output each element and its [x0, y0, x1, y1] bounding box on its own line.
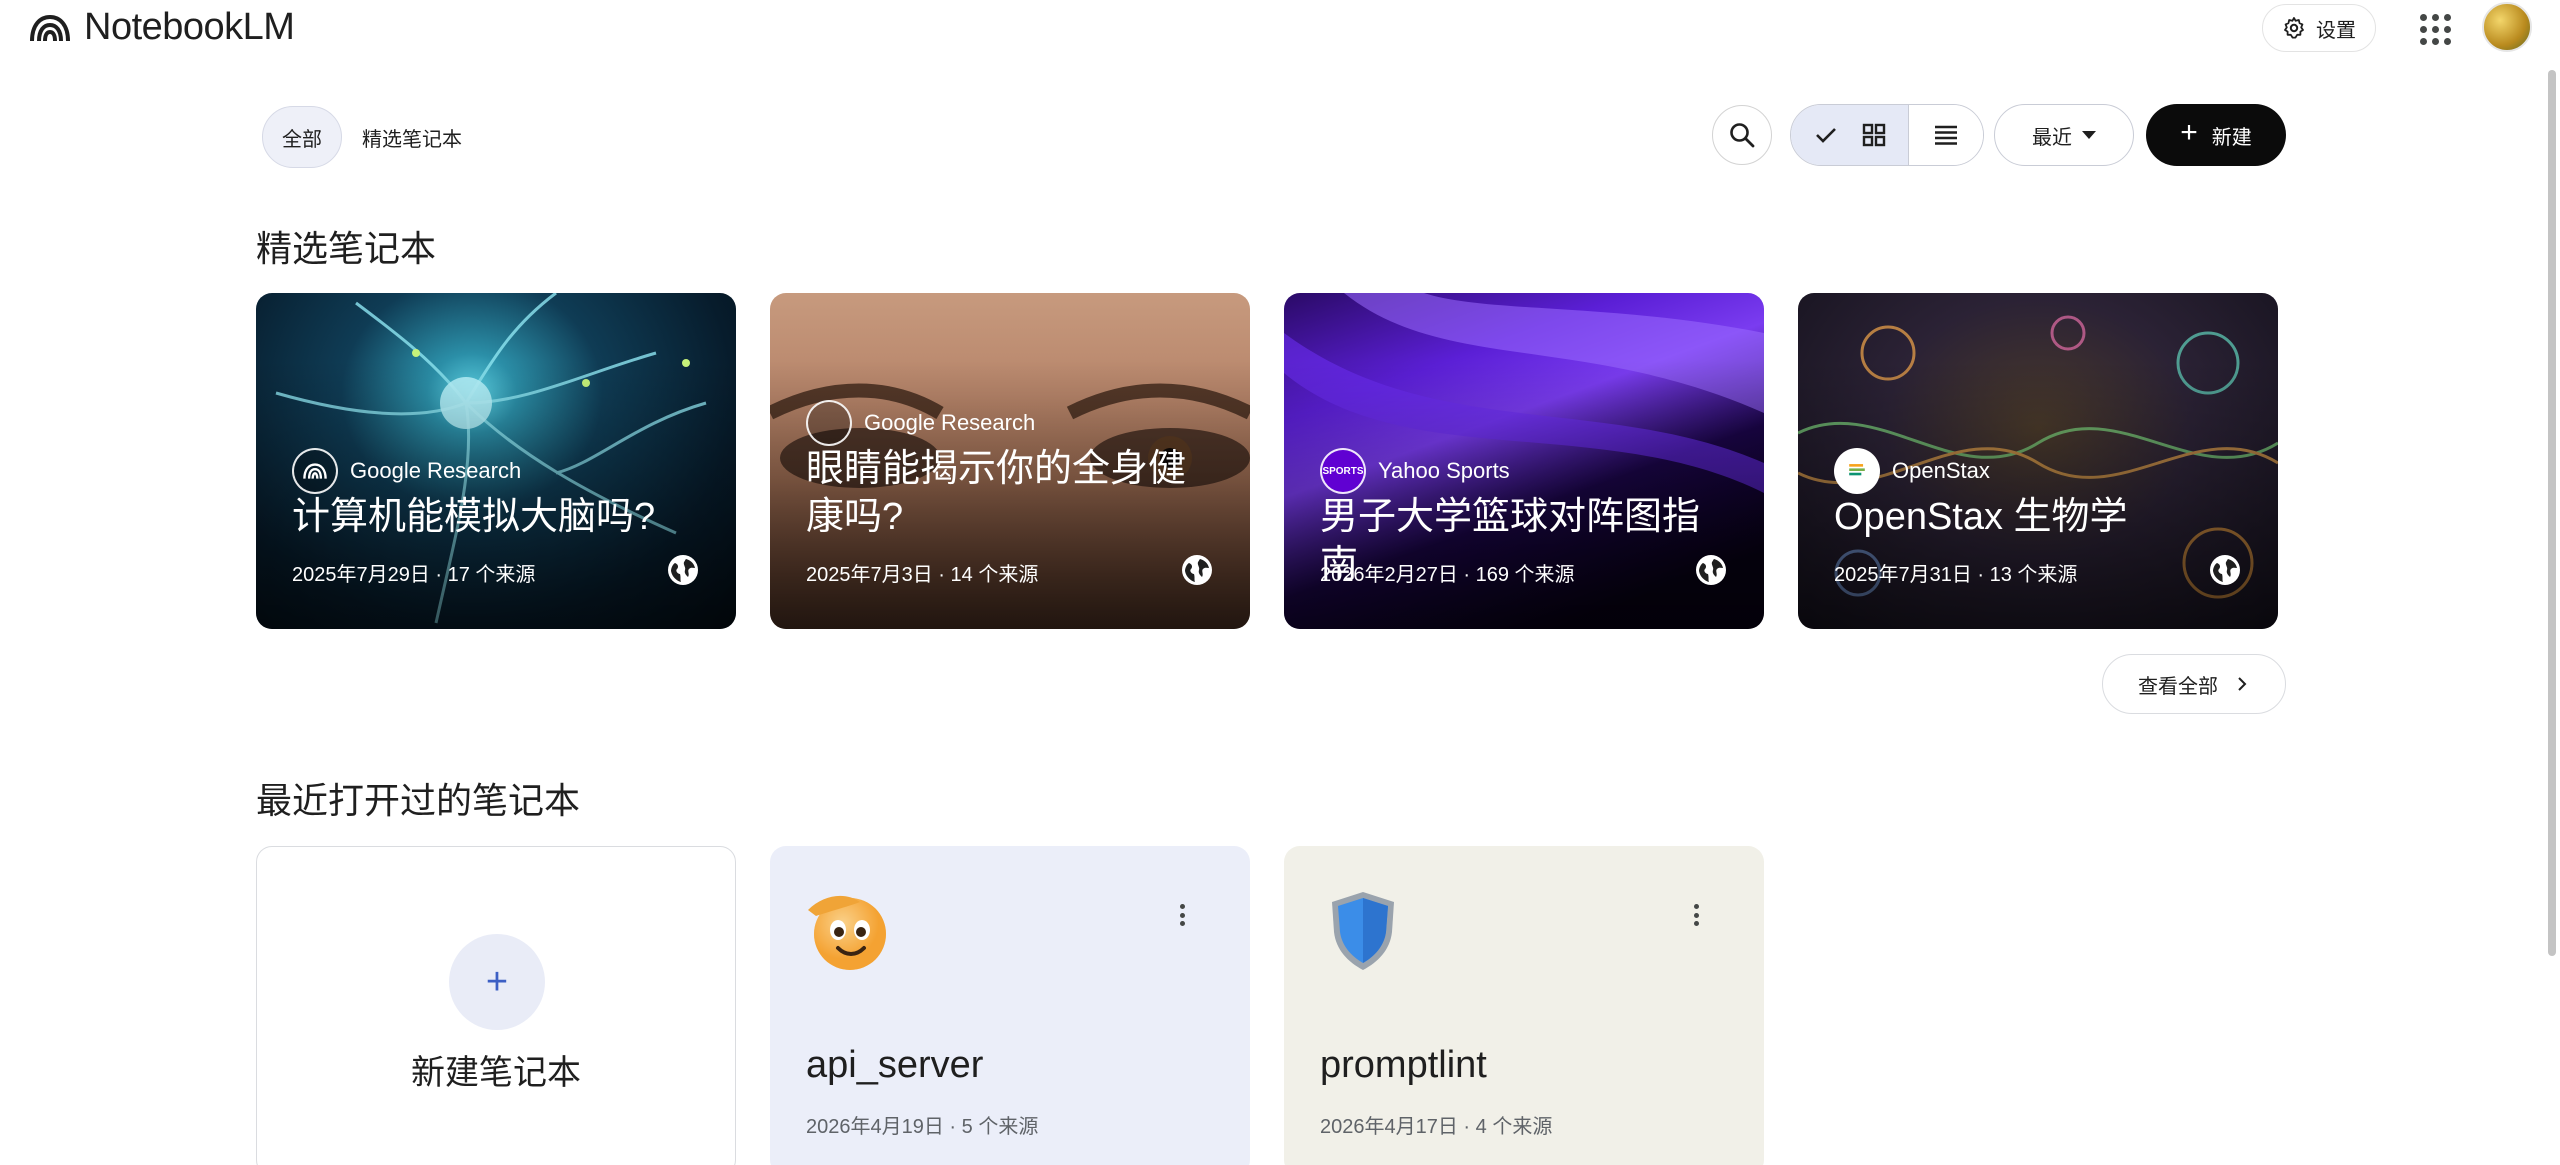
grid-icon: [1862, 123, 1885, 147]
openstax-icon: [1834, 448, 1880, 494]
card-meta: 2026年2月27日 · 169 个来源: [1320, 564, 1575, 586]
plus-icon: +: [2180, 116, 2198, 149]
sort-dropdown[interactable]: 最近: [1994, 104, 2134, 166]
notebook-title: promptlint: [1320, 1044, 1487, 1086]
settings-label: 设置: [2316, 19, 2356, 42]
saluting-face-emoji-icon: [808, 895, 886, 970]
card-source: SPORTS Yahoo Sports: [1320, 448, 1510, 494]
card-source-name: Google Research: [864, 410, 1036, 435]
sort-label: 最近: [2032, 126, 2072, 149]
app-logo[interactable]: NotebookLM: [28, 6, 295, 49]
featured-card[interactable]: SPORTS Yahoo Sports 男子大学篮球对阵图指南 2026年2月2…: [1284, 293, 1764, 629]
grid-view-button[interactable]: [1791, 105, 1909, 165]
yahoo-sports-icon: SPORTS: [1320, 448, 1366, 494]
shield-emoji-icon: [1332, 892, 1394, 970]
more-options-icon[interactable]: [1684, 900, 1708, 930]
scrollbar[interactable]: [2548, 70, 2556, 956]
recent-section-title: 最近打开过的笔记本: [256, 780, 581, 821]
notebook-meta: 2026年4月17日 · 4 个来源: [1320, 1116, 1553, 1138]
globe-icon: [2210, 555, 2240, 585]
caret-down-icon: [2082, 131, 2096, 139]
settings-button[interactable]: 设置: [2262, 4, 2376, 52]
card-source: Google Research: [806, 400, 1035, 446]
card-meta: 2025年7月3日 · 14 个来源: [806, 564, 1039, 586]
featured-card[interactable]: Google Research 计算机能模拟大脑吗? 2025年7月29日 · …: [256, 293, 736, 629]
app-title: NotebookLM: [84, 6, 295, 48]
plus-icon: +: [449, 934, 545, 1030]
notebook-card[interactable]: promptlint 2026年4月17日 · 4 个来源: [1284, 846, 1764, 1165]
card-source-name: Google Research: [350, 458, 522, 483]
search-button[interactable]: [1712, 105, 1772, 165]
gear-icon: [2284, 17, 2304, 39]
globe-icon: [668, 555, 698, 585]
new-button-label: 新建: [2211, 126, 2252, 149]
notebooklm-logo-icon: [30, 14, 70, 41]
featured-card[interactable]: Google Research 眼睛能揭示你的全身健康吗? 2025年7月3日 …: [770, 293, 1250, 629]
notebook-card[interactable]: api_server 2026年4月19日 · 5 个来源: [770, 846, 1250, 1165]
apps-grid-icon[interactable]: [2416, 10, 2452, 46]
chevron-right-icon: [2238, 677, 2247, 691]
list-view-button[interactable]: [1909, 105, 1983, 165]
card-meta: 2025年7月31日 · 13 个来源: [1834, 564, 2078, 586]
create-notebook-label: 新建笔记本: [411, 1054, 581, 1092]
card-meta: 2025年7月29日 · 17 个来源: [292, 564, 536, 586]
globe-icon: [1696, 555, 1726, 585]
card-title: 眼睛能揭示你的全身健康吗?: [806, 448, 1187, 538]
view-all-label: 查看全部: [2138, 675, 2218, 698]
list-icon: [1935, 125, 1957, 145]
source-avatar-icon: [806, 400, 852, 446]
card-source: Google Research: [292, 448, 521, 494]
featured-section-title: 精选笔记本: [256, 228, 437, 269]
card-source-name: OpenStax: [1892, 458, 1990, 483]
new-notebook-button[interactable]: + 新建: [2146, 104, 2286, 166]
card-title: OpenStax 生物学: [1834, 496, 2128, 538]
check-icon: [1815, 128, 1836, 143]
top-app-bar: NotebookLM 设置: [0, 0, 2560, 56]
card-title: 计算机能模拟大脑吗?: [292, 496, 656, 538]
globe-icon: [1182, 555, 1212, 585]
view-toggle: [1790, 104, 1984, 166]
notebooklm-source-icon: [292, 448, 338, 494]
more-options-icon[interactable]: [1170, 900, 1194, 930]
search-icon: [1730, 123, 1755, 148]
filter-chip-featured[interactable]: 精选笔记本: [362, 106, 462, 168]
view-all-button[interactable]: 查看全部: [2102, 654, 2286, 714]
avatar[interactable]: [2482, 2, 2532, 52]
create-notebook-card[interactable]: + 新建笔记本: [256, 846, 736, 1165]
card-source-name: Yahoo Sports: [1378, 458, 1510, 483]
card-source: OpenStax: [1834, 448, 1990, 494]
filter-chip-all[interactable]: 全部: [262, 106, 342, 168]
notebook-title: api_server: [806, 1044, 984, 1086]
notebook-meta: 2026年4月19日 · 5 个来源: [806, 1116, 1039, 1138]
featured-card[interactable]: OpenStax OpenStax 生物学 2025年7月31日 · 13 个来…: [1798, 293, 2278, 629]
